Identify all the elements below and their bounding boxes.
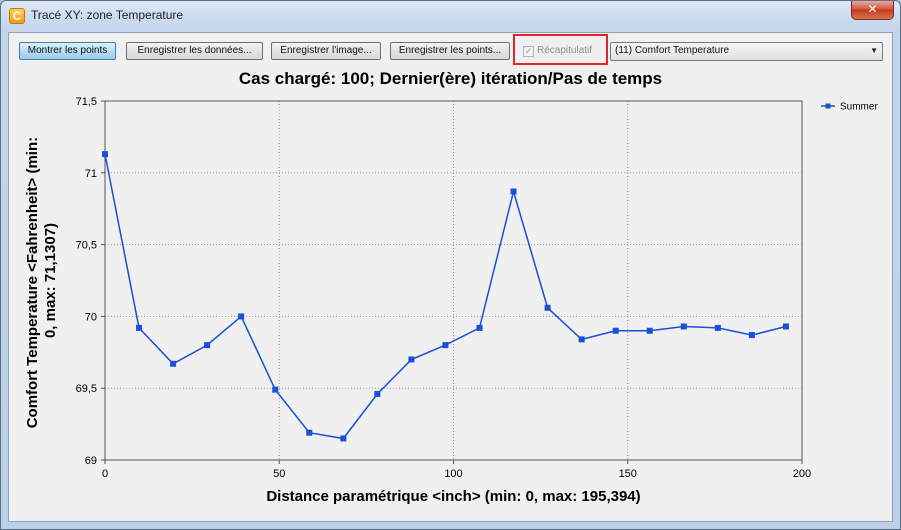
x-tick-label: 50 <box>273 468 285 480</box>
data-point <box>748 332 755 339</box>
data-point <box>442 342 449 349</box>
data-point <box>374 390 381 397</box>
y-tick-label: 69,5 <box>76 383 97 395</box>
legend-marker <box>825 103 831 109</box>
chart-panel: Montrer les points Enregistrer les donné… <box>8 32 893 522</box>
data-point <box>510 188 517 195</box>
data-point <box>680 323 687 330</box>
x-tick-label: 150 <box>619 468 637 480</box>
series-points <box>102 151 789 442</box>
y-tick-label: 71 <box>85 168 97 180</box>
y-axis-ticks: 69 69,5 70 70,5 71 71,5 <box>76 96 105 467</box>
data-point <box>340 435 347 442</box>
title-bar: C Tracé XY: zone Temperature ✕ <box>1 1 900 31</box>
data-point <box>102 151 108 158</box>
y-axis-label-line-1: Comfort Temperature <Fahrenheit> (min: <box>24 137 41 428</box>
data-point <box>136 324 143 331</box>
close-button[interactable]: ✕ <box>851 1 894 20</box>
data-point <box>782 323 789 330</box>
window-title: Tracé XY: zone Temperature <box>31 8 184 22</box>
y-tick-label: 70,5 <box>76 240 97 252</box>
data-point <box>714 324 721 331</box>
data-point <box>204 342 211 349</box>
x-axis-label: Distance paramétrique <inch> (min: 0, ma… <box>266 488 640 505</box>
x-tick-label: 100 <box>444 468 462 480</box>
plot-frame <box>104 100 803 461</box>
y-tick-label: 70 <box>85 311 97 323</box>
data-point <box>306 429 313 436</box>
x-tick-label: 0 <box>102 468 108 480</box>
x-axis-ticks: 0 50 100 150 200 <box>102 460 811 480</box>
y-axis-label: Comfort Temperature <Fahrenheit> (min: 0… <box>24 133 59 429</box>
app-logo-icon: C <box>9 8 25 24</box>
data-point <box>170 360 177 367</box>
app-window: C Tracé XY: zone Temperature ✕ Montrer l… <box>0 0 901 530</box>
legend: Summer <box>821 102 878 113</box>
data-point <box>238 313 245 320</box>
data-point <box>544 304 551 311</box>
y-tick-label: 69 <box>85 455 97 467</box>
data-point <box>578 336 585 343</box>
data-point <box>272 386 279 393</box>
chart-area: 0 50 100 150 200 69 69,5 70 70,5 71 71,5 Distance… <box>24 96 878 505</box>
data-point <box>476 324 483 331</box>
data-point <box>408 356 415 363</box>
y-tick-label: 71,5 <box>76 96 97 108</box>
grid-lines <box>104 100 803 461</box>
x-tick-label: 200 <box>793 468 811 480</box>
legend-label: Summer <box>840 102 878 113</box>
series-line-summer <box>104 153 787 440</box>
data-point <box>646 327 653 334</box>
data-point <box>612 327 619 334</box>
y-axis-label-line-2: 0, max: 71,1307) <box>42 223 59 338</box>
